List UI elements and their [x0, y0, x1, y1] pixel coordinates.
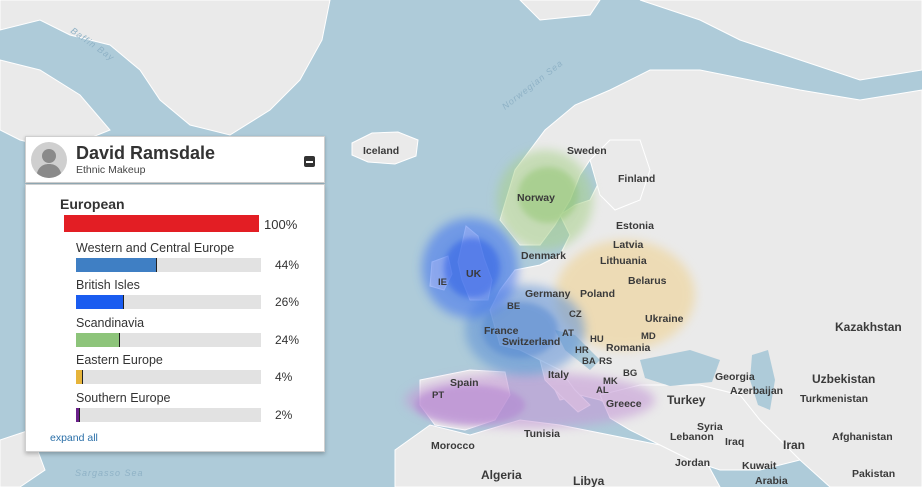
- label-sweden: Sweden: [567, 145, 607, 157]
- label-iraq: Iraq: [725, 436, 744, 448]
- label-estonia: Estonia: [616, 220, 654, 232]
- breakdown-row[interactable]: British Isles 26%: [26, 278, 324, 312]
- label-ukraine: Ukraine: [645, 313, 684, 325]
- label-libya: Libya: [573, 474, 605, 487]
- label-afghanistan: Afghanistan: [832, 431, 893, 443]
- label-uk: UK: [466, 268, 482, 280]
- breakdown-row[interactable]: Southern Europe 2%: [26, 391, 324, 425]
- label-germany: Germany: [525, 288, 571, 300]
- label-iran: Iran: [783, 438, 805, 452]
- label-hr: HR: [575, 345, 589, 356]
- label-italy: Italy: [548, 369, 569, 381]
- label-finland: Finland: [618, 173, 655, 185]
- breakdown-row[interactable]: Scandinavia 24%: [26, 316, 324, 350]
- avatar[interactable]: [31, 142, 67, 178]
- label-md: MD: [641, 331, 656, 342]
- region-bar: [64, 215, 259, 232]
- label-azerbaijan: Azerbaijan: [730, 385, 783, 397]
- label-al: AL: [596, 385, 609, 396]
- breakdown-label: Eastern Europe: [76, 353, 163, 367]
- breakdown-track: [76, 333, 261, 347]
- label-greece: Greece: [606, 398, 642, 410]
- label-uzbekistan: Uzbekistan: [812, 372, 875, 386]
- profile-name: David Ramsdale: [76, 143, 216, 163]
- label-georgia: Georgia: [715, 371, 755, 383]
- label-tunisia: Tunisia: [524, 428, 560, 440]
- breakdown-fill: [76, 258, 158, 272]
- label-kazakhstan: Kazakhstan: [835, 320, 902, 334]
- label-belarus: Belarus: [628, 275, 667, 287]
- breakdown-percent: 4%: [275, 370, 293, 384]
- label-denmark: Denmark: [521, 250, 566, 262]
- collapse-panel-icon[interactable]: [304, 156, 315, 167]
- panel-header: David Ramsdale Ethnic Makeup: [25, 136, 325, 183]
- label-pakistan: Pakistan: [852, 468, 895, 480]
- breakdown-track: [76, 258, 261, 272]
- breakdown-label: Scandinavia: [76, 316, 145, 330]
- expand-all-link[interactable]: expand all: [50, 432, 98, 444]
- ethnicity-panel: David Ramsdale Ethnic Makeup European 10…: [25, 136, 325, 452]
- label-algeria: Algeria: [481, 468, 522, 482]
- breakdown-track: [76, 295, 261, 309]
- label-ie: IE: [438, 277, 447, 288]
- breakdown-label: Western and Central Europe: [76, 241, 235, 255]
- label-pt: PT: [432, 390, 444, 401]
- breakdown-fill: [76, 408, 80, 422]
- label-switzerland: Switzerland: [502, 336, 560, 348]
- label-iceland: Iceland: [363, 145, 399, 157]
- region-percent: 100%: [264, 217, 298, 232]
- label-romania: Romania: [606, 342, 651, 354]
- region-title[interactable]: European: [60, 196, 125, 212]
- label-turkey: Turkey: [667, 393, 706, 407]
- label-lebanon: Lebanon: [670, 431, 714, 443]
- panel-body: European 100% Western and Central Europe…: [25, 184, 325, 452]
- breakdown-percent: 44%: [275, 258, 300, 272]
- label-hu: HU: [590, 334, 604, 345]
- breakdown-label: Southern Europe: [76, 391, 171, 405]
- label-bg: BG: [623, 368, 637, 379]
- breakdown-percent: 2%: [275, 408, 293, 422]
- label-cz: CZ: [569, 309, 582, 320]
- sea-label-sargasso: Sargasso Sea: [75, 468, 144, 478]
- breakdown-row[interactable]: Eastern Europe 4%: [26, 353, 324, 387]
- label-be: BE: [507, 301, 520, 312]
- breakdown-track: [76, 408, 261, 422]
- breakdown-percent: 26%: [275, 295, 300, 309]
- label-poland: Poland: [580, 288, 615, 300]
- breakdown-fill: [76, 370, 84, 384]
- label-kuwait: Kuwait: [742, 460, 777, 472]
- profile-subtitle: Ethnic Makeup: [76, 164, 146, 176]
- breakdown-track: [76, 370, 261, 384]
- breakdown-percent: 24%: [275, 333, 300, 347]
- label-rs: RS: [599, 356, 612, 367]
- label-turkmenistan: Turkmenistan: [800, 393, 868, 405]
- breakdown-fill: [76, 295, 125, 309]
- label-arabia: Arabia: [755, 475, 788, 487]
- label-lithuania: Lithuania: [600, 255, 647, 267]
- label-jordan: Jordan: [675, 457, 710, 469]
- person-silhouette-icon: [36, 149, 62, 178]
- breakdown-label: British Isles: [76, 278, 140, 292]
- breakdown-fill: [76, 333, 121, 347]
- label-spain: Spain: [450, 377, 479, 389]
- label-morocco: Morocco: [431, 440, 475, 452]
- label-at: AT: [562, 328, 574, 339]
- label-latvia: Latvia: [613, 239, 644, 251]
- breakdown-row[interactable]: Western and Central Europe 44%: [26, 241, 324, 275]
- label-ba: BA: [582, 356, 596, 367]
- label-norway: Norway: [517, 192, 555, 204]
